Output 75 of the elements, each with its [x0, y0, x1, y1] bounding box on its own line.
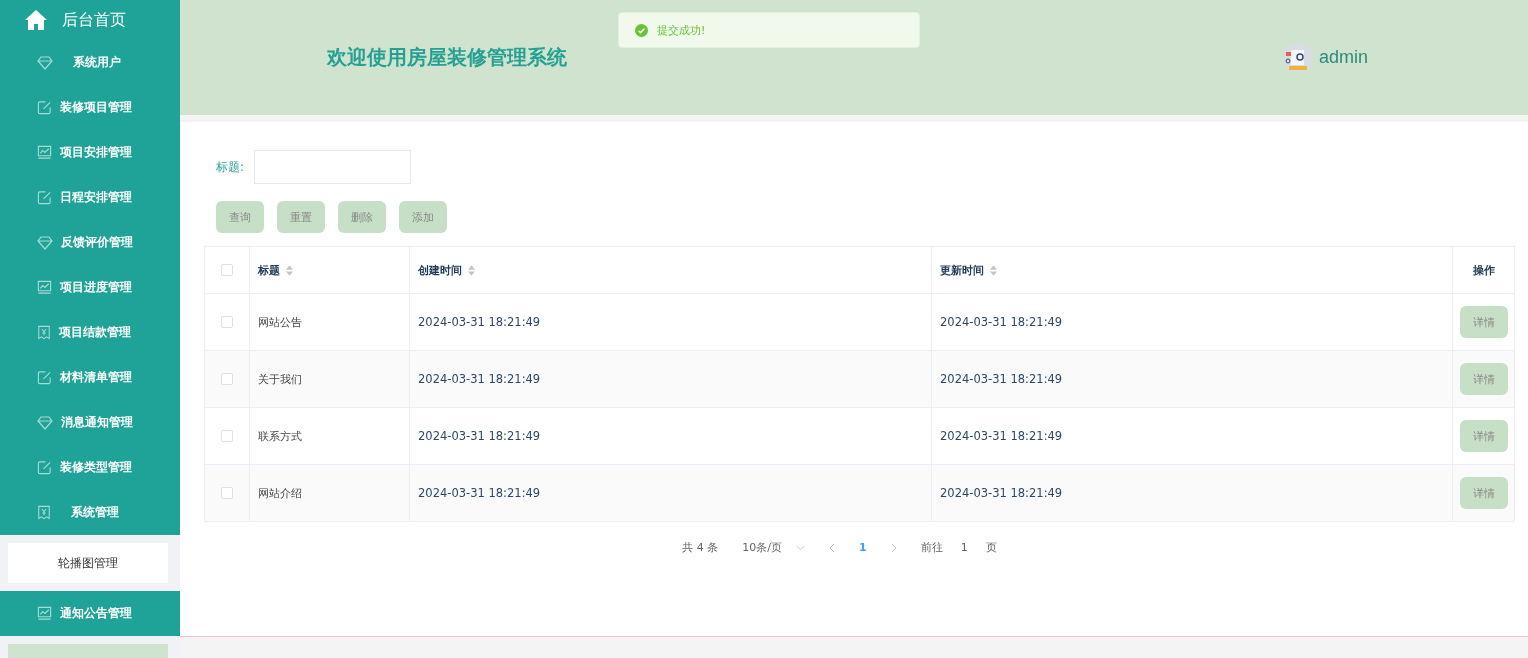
column-header: 操作 [1472, 262, 1495, 278]
sidebar-item[interactable]: 日程安排管理 [0, 175, 180, 220]
avatar-icon [1282, 42, 1313, 73]
sidebar-item[interactable]: 反馈评价管理 [0, 220, 180, 265]
table-cell: 2024-03-31 18:21:49 [418, 315, 541, 329]
sort-icon[interactable] [990, 264, 997, 276]
sidebar-item[interactable]: 系统用户 [0, 40, 180, 85]
page-number[interactable]: 1 [859, 541, 867, 554]
check-circle-icon [635, 23, 648, 37]
goto-label: 前往 [920, 540, 943, 555]
action-button[interactable]: 添加 [399, 201, 447, 233]
sidebar-item[interactable]: 装修项目管理 [0, 85, 180, 130]
table-cell: 网站介绍 [258, 485, 302, 501]
submenu-item[interactable]: 轮播图管理 [8, 543, 168, 583]
prev-page-icon[interactable] [829, 542, 835, 553]
title-input-field[interactable] [254, 150, 412, 184]
receipt-icon [37, 505, 51, 520]
table-cell: 2024-03-31 18:21:49 [940, 486, 1063, 500]
edit-icon [37, 100, 52, 115]
chevron-down-icon [796, 544, 805, 551]
detail-button[interactable]: 详情 [1459, 363, 1508, 395]
checkbox[interactable] [221, 430, 233, 442]
table-cell: 关于我们 [258, 371, 302, 387]
home-menu-item[interactable]: 后台首页 [0, 0, 180, 40]
toast-message: 提交成功! [657, 22, 706, 38]
sidebar-item[interactable]: 材料清单管理 [0, 355, 180, 400]
table-cell: 2024-03-31 18:21:49 [940, 429, 1063, 443]
page-size-select[interactable]: 10条/页 [742, 540, 805, 555]
detail-button[interactable]: 详情 [1459, 420, 1508, 452]
total-count: 共 4 条 [682, 540, 719, 555]
checkbox[interactable] [221, 373, 233, 385]
page-suffix: 页 [985, 540, 997, 555]
sidebar-item[interactable]: 项目进度管理 [0, 265, 180, 310]
table-cell: 2024-03-31 18:21:49 [940, 315, 1063, 329]
sidebar-item[interactable]: 装修类型管理 [0, 445, 180, 490]
sidebar-item[interactable]: 消息通知管理 [0, 400, 180, 445]
column-header: 创建时间 [418, 262, 462, 278]
checkbox[interactable] [221, 487, 233, 499]
search-label: 标题: [216, 158, 245, 176]
edit-icon [37, 460, 52, 475]
checkbox[interactable] [221, 316, 233, 328]
diamond-icon [37, 55, 53, 70]
sidebar-item[interactable]: 项目结款管理 [0, 310, 180, 355]
sidebar-item[interactable]: 系统管理 [0, 490, 180, 535]
column-header: 标题 [258, 262, 280, 278]
table-cell: 2024-03-31 18:21:49 [418, 429, 541, 443]
checkbox[interactable] [221, 264, 233, 276]
receipt-icon [37, 325, 51, 340]
chart-icon [37, 145, 52, 160]
table-cell: 网站公告 [258, 314, 302, 330]
sort-icon[interactable] [286, 264, 293, 276]
detail-button[interactable]: 详情 [1459, 477, 1508, 509]
detail-button[interactable]: 详情 [1459, 306, 1508, 338]
table-cell: 联系方式 [258, 428, 302, 444]
home-icon [24, 9, 48, 31]
action-button[interactable]: 重置 [277, 201, 325, 233]
column-header: 更新时间 [940, 262, 984, 278]
goto-page-field[interactable]: 1 [960, 541, 968, 554]
system-title: 欢迎使用房屋装修管理系统 [327, 44, 567, 71]
sort-icon[interactable] [468, 264, 475, 276]
next-page-icon[interactable] [890, 542, 897, 553]
chart-icon [37, 606, 52, 621]
edit-icon [37, 190, 52, 205]
edit-icon [37, 370, 52, 385]
diamond-icon [37, 235, 53, 250]
diamond-icon [37, 415, 53, 430]
sidebar-item[interactable]: 项目安排管理 [0, 130, 180, 175]
action-button[interactable]: 删除 [338, 201, 386, 233]
user-name[interactable]: admin [1318, 47, 1368, 68]
sidebar-item[interactable]: 通知公告管理 [0, 591, 180, 636]
chart-icon [37, 280, 52, 295]
action-button[interactable]: 查询 [216, 201, 264, 233]
table-cell: 2024-03-31 18:21:49 [940, 372, 1063, 386]
table-cell: 2024-03-31 18:21:49 [418, 372, 541, 386]
table-cell: 2024-03-31 18:21:49 [418, 486, 541, 500]
